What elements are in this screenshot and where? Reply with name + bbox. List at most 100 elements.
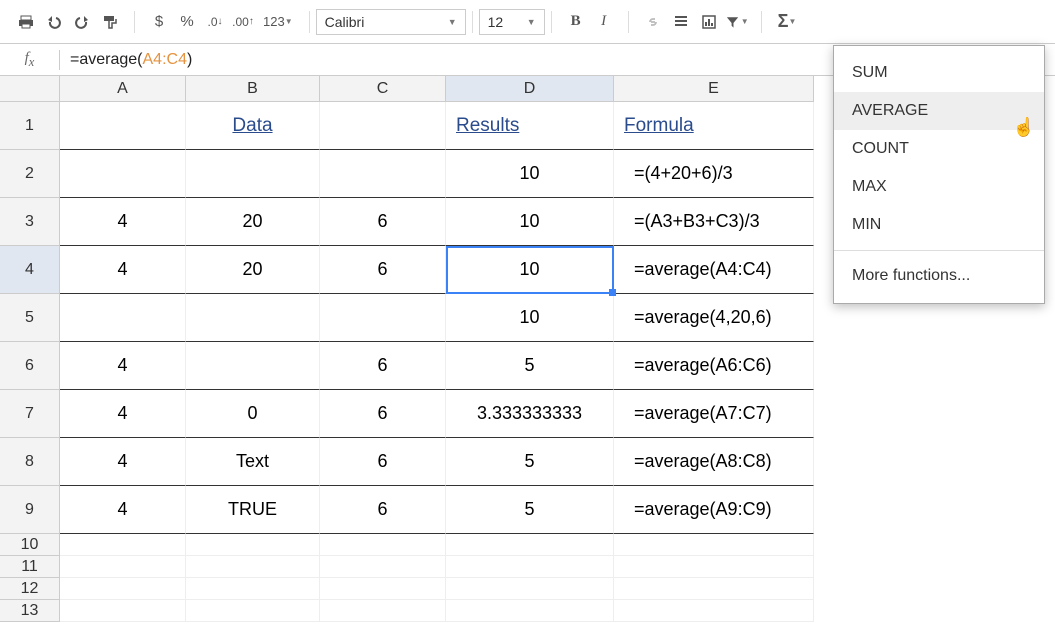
cell-B12[interactable] xyxy=(186,578,320,600)
cell-E13[interactable] xyxy=(614,600,814,622)
cell-B11[interactable] xyxy=(186,556,320,578)
print-button[interactable] xyxy=(14,10,38,34)
column-header-A[interactable]: A xyxy=(60,76,186,102)
increase-decimal-button[interactable]: .00↑ xyxy=(231,10,255,34)
cell-E9[interactable]: =average(A9:C9) xyxy=(614,486,814,534)
row-header[interactable]: 3 xyxy=(0,198,60,246)
cell-D5[interactable]: 10 xyxy=(446,294,614,342)
cell-C3[interactable]: 6 xyxy=(320,198,446,246)
cell-C11[interactable] xyxy=(320,556,446,578)
cell-D9[interactable]: 5 xyxy=(446,486,614,534)
cell-A2[interactable] xyxy=(60,150,186,198)
cell-B8[interactable]: Text xyxy=(186,438,320,486)
row-header[interactable]: 10 xyxy=(0,534,60,556)
row-header[interactable]: 11 xyxy=(0,556,60,578)
cell-E12[interactable] xyxy=(614,578,814,600)
cell-E1[interactable]: Formula xyxy=(614,102,814,150)
row-header[interactable]: 4 xyxy=(0,246,60,294)
cell-D1[interactable]: Results xyxy=(446,102,614,150)
menu-item-count[interactable]: COUNT xyxy=(834,130,1044,168)
cell-C7[interactable]: 6 xyxy=(320,390,446,438)
cell-C1[interactable] xyxy=(320,102,446,150)
row-header[interactable]: 5 xyxy=(0,294,60,342)
cell-B13[interactable] xyxy=(186,600,320,622)
align-button[interactable] xyxy=(669,10,693,34)
cell-D10[interactable] xyxy=(446,534,614,556)
cell-A1[interactable] xyxy=(60,102,186,150)
cell-A3[interactable]: 4 xyxy=(60,198,186,246)
column-header-E[interactable]: E xyxy=(614,76,814,102)
cell-C5[interactable] xyxy=(320,294,446,342)
row-header[interactable]: 6 xyxy=(0,342,60,390)
cell-D6[interactable]: 5 xyxy=(446,342,614,390)
cell-C6[interactable]: 6 xyxy=(320,342,446,390)
cell-C12[interactable] xyxy=(320,578,446,600)
currency-button[interactable]: $ xyxy=(147,10,171,34)
cell-A5[interactable] xyxy=(60,294,186,342)
cell-D12[interactable] xyxy=(446,578,614,600)
redo-button[interactable] xyxy=(70,10,94,34)
cell-B5[interactable] xyxy=(186,294,320,342)
menu-item-max[interactable]: MAX xyxy=(834,168,1044,206)
cell-D11[interactable] xyxy=(446,556,614,578)
italic-button[interactable]: I xyxy=(592,10,616,34)
cell-E4[interactable]: =average(A4:C4) xyxy=(614,246,814,294)
cell-B7[interactable]: 0 xyxy=(186,390,320,438)
undo-button[interactable] xyxy=(42,10,66,34)
select-all-corner[interactable] xyxy=(0,76,60,102)
column-header-C[interactable]: C xyxy=(320,76,446,102)
cell-E3[interactable]: =(A3+B3+C3)/3 xyxy=(614,198,814,246)
cell-E8[interactable]: =average(A8:C8) xyxy=(614,438,814,486)
cell-A11[interactable] xyxy=(60,556,186,578)
row-header[interactable]: 13 xyxy=(0,600,60,622)
cell-B10[interactable] xyxy=(186,534,320,556)
cell-A12[interactable] xyxy=(60,578,186,600)
cell-B6[interactable] xyxy=(186,342,320,390)
cell-D4[interactable]: 10 xyxy=(446,246,614,294)
cell-A4[interactable]: 4 xyxy=(60,246,186,294)
cell-C4[interactable]: 6 xyxy=(320,246,446,294)
cell-D13[interactable] xyxy=(446,600,614,622)
number-format-button[interactable]: 123 ▼ xyxy=(259,10,297,34)
sigma-functions-button[interactable]: Σ ▼ xyxy=(774,10,801,34)
cell-A10[interactable] xyxy=(60,534,186,556)
row-header[interactable]: 8 xyxy=(0,438,60,486)
cell-D7[interactable]: 3.333333333 xyxy=(446,390,614,438)
cell-D3[interactable]: 10 xyxy=(446,198,614,246)
cell-C8[interactable]: 6 xyxy=(320,438,446,486)
cell-E5[interactable]: =average(4,20,6) xyxy=(614,294,814,342)
chart-button[interactable] xyxy=(697,10,721,34)
row-header[interactable]: 1 xyxy=(0,102,60,150)
menu-item-min[interactable]: MIN xyxy=(834,206,1044,244)
cell-C13[interactable] xyxy=(320,600,446,622)
percent-button[interactable]: % xyxy=(175,10,199,34)
menu-item-average[interactable]: AVERAGE xyxy=(834,92,1044,130)
cell-E7[interactable]: =average(A7:C7) xyxy=(614,390,814,438)
row-header[interactable]: 2 xyxy=(0,150,60,198)
cell-B3[interactable]: 20 xyxy=(186,198,320,246)
column-header-B[interactable]: B xyxy=(186,76,320,102)
row-header[interactable]: 12 xyxy=(0,578,60,600)
cell-E6[interactable]: =average(A6:C6) xyxy=(614,342,814,390)
filter-button[interactable]: ▼ xyxy=(725,10,749,34)
font-selector[interactable]: Calibri ▼ xyxy=(316,9,466,35)
cell-E11[interactable] xyxy=(614,556,814,578)
paint-format-button[interactable] xyxy=(98,10,122,34)
cell-C10[interactable] xyxy=(320,534,446,556)
row-header[interactable]: 9 xyxy=(0,486,60,534)
cell-A7[interactable]: 4 xyxy=(60,390,186,438)
link-button[interactable] xyxy=(641,10,665,34)
row-header[interactable]: 7 xyxy=(0,390,60,438)
cell-B4[interactable]: 20 xyxy=(186,246,320,294)
cell-B2[interactable] xyxy=(186,150,320,198)
cell-C2[interactable] xyxy=(320,150,446,198)
cell-E2[interactable]: =(4+20+6)/3 xyxy=(614,150,814,198)
bold-button[interactable]: B xyxy=(564,10,588,34)
font-size-selector[interactable]: 12 ▼ xyxy=(479,9,545,35)
cell-A9[interactable]: 4 xyxy=(60,486,186,534)
cell-A13[interactable] xyxy=(60,600,186,622)
cell-B1[interactable]: Data xyxy=(186,102,320,150)
cell-D8[interactable]: 5 xyxy=(446,438,614,486)
menu-item-more-functions[interactable]: More functions... xyxy=(834,257,1044,295)
column-header-D[interactable]: D xyxy=(446,76,614,102)
